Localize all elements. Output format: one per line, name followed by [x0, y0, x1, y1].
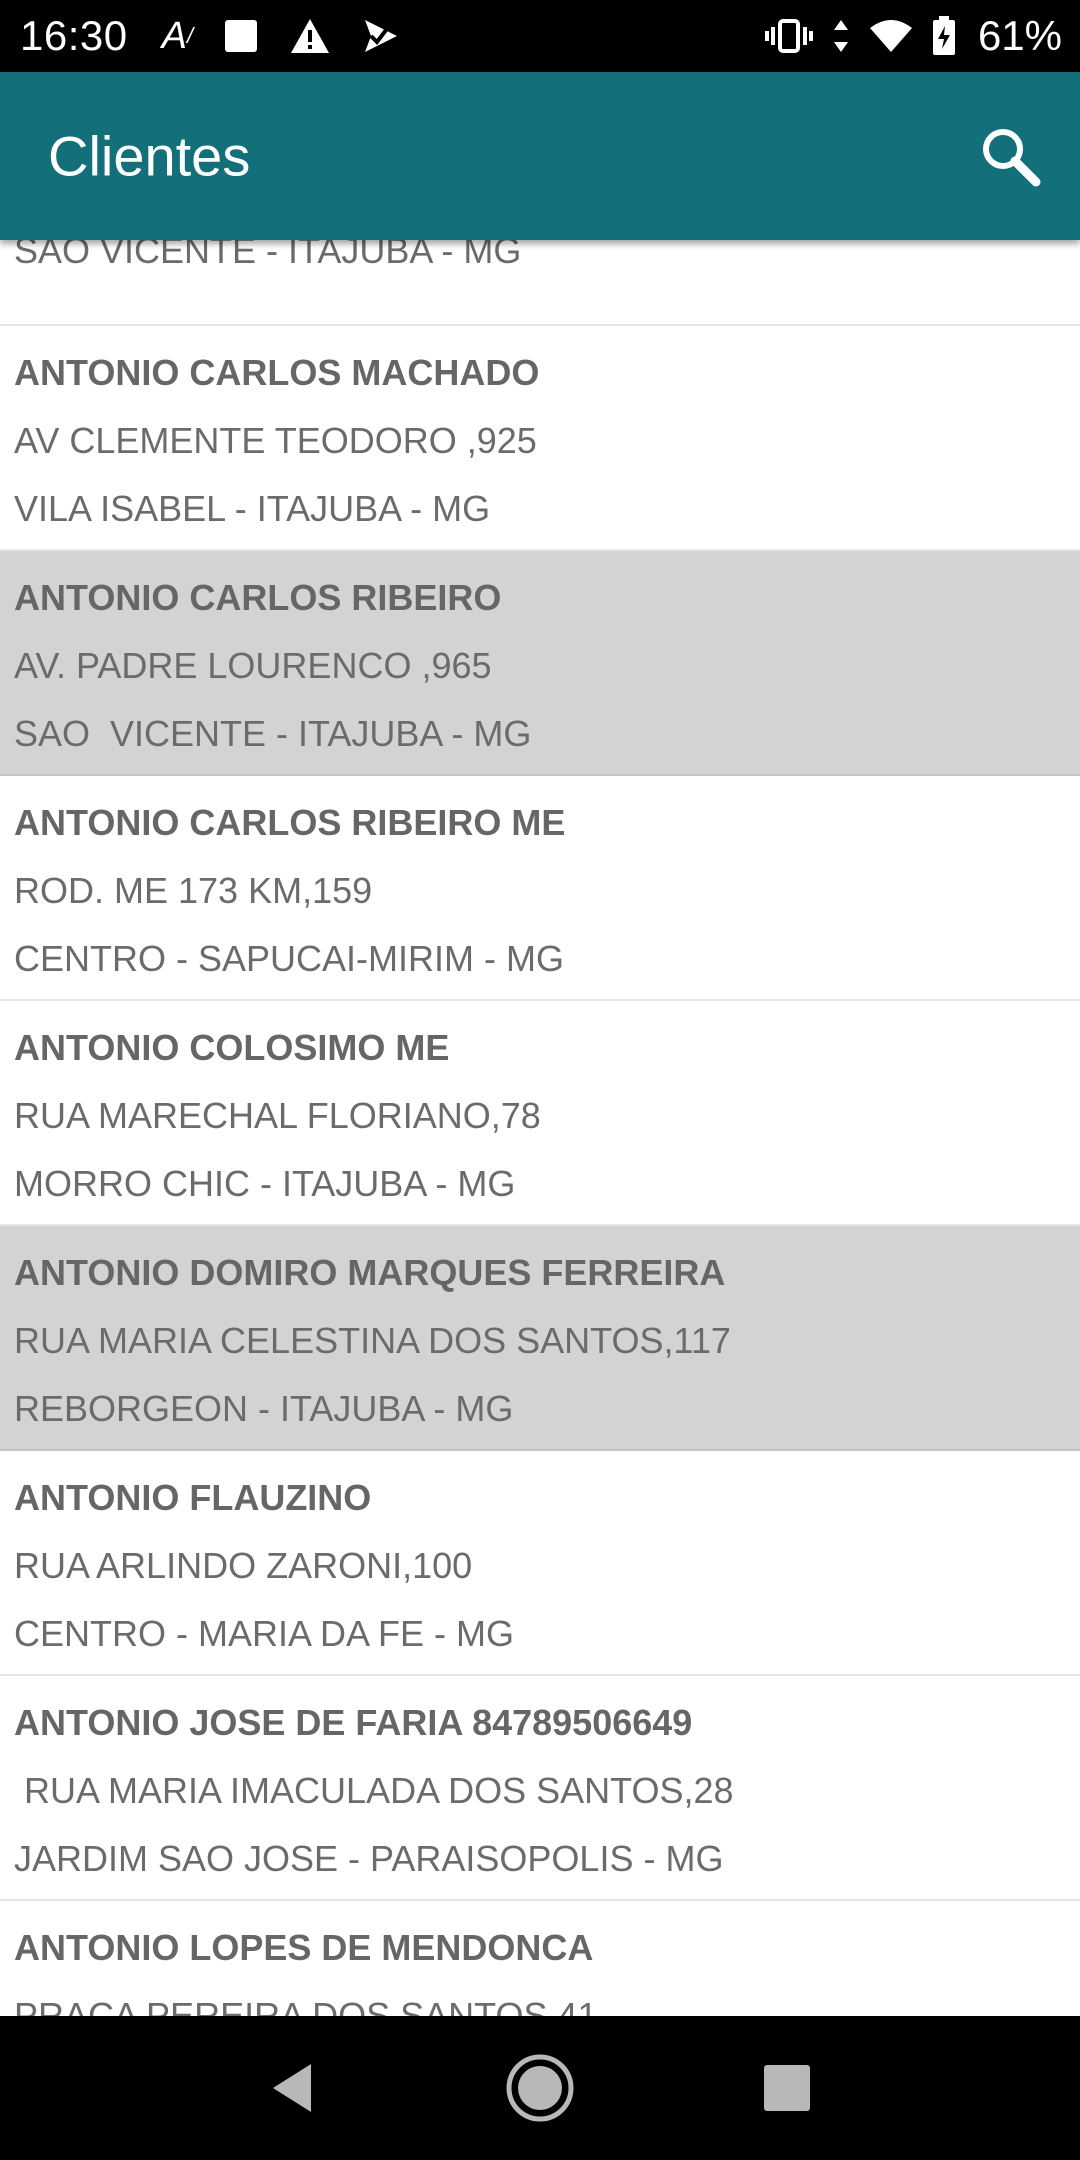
list-item[interactable]: ANTONIO CARLOS RIBEIRO AV. PADRE LOURENC…: [0, 551, 1080, 776]
client-city: JARDIM SAO JOSE - PARAISOPOLIS - MG: [14, 1838, 724, 1879]
status-time: 16:30: [20, 12, 128, 59]
client-address: AV CLEMENTE TEODORO ,925: [14, 420, 537, 461]
check-app-icon: [361, 18, 399, 54]
home-button[interactable]: [490, 2038, 590, 2138]
client-address: RUA MARIA CELESTINA DOS SANTOS,117: [14, 1320, 731, 1361]
data-arrows-icon: [832, 18, 850, 54]
status-bar: 16:30 A/ 61%: [0, 0, 1080, 72]
font-size-icon: A /: [161, 14, 194, 57]
client-city: VILA ISABEL - ITAJUBA - MG: [14, 488, 491, 529]
list-item[interactable]: ANTONIO DOMIRO MARQUES FERREIRA RUA MARI…: [0, 1226, 1080, 1451]
client-city: CENTRO - SAPUCAI-MIRIM - MG: [14, 938, 564, 979]
client-name: ANTONIO CARLOS MACHADO: [14, 352, 540, 393]
recents-icon: [763, 2065, 810, 2111]
client-name: ANTONIO CARLOS RIBEIRO ME: [14, 802, 566, 843]
client-city: CENTRO - MARIA DA FE - MG: [14, 1613, 515, 1654]
home-icon: [506, 2054, 574, 2122]
list-item[interactable]: ANTONIO JOSE DE FARIA 84789506649 RUA MA…: [0, 1676, 1080, 1901]
battery-charging-icon: [932, 16, 956, 56]
page-title: Clientes: [48, 124, 251, 188]
client-list[interactable]: SAO VICENTE - ITAJUBA - MG ANTONIO CARLO…: [0, 240, 1080, 2016]
client-address: ROD. ME 173 KM,159: [14, 870, 373, 911]
client-address: RUA MARECHAL FLORIANO,78: [14, 1095, 541, 1136]
recents-button[interactable]: [737, 2038, 837, 2138]
client-name: ANTONIO JOSE DE FARIA 84789506649: [14, 1702, 693, 1743]
client-name: ANTONIO DOMIRO MARQUES FERREIRA: [14, 1252, 726, 1293]
list-item-partial[interactable]: SAO VICENTE - ITAJUBA - MG: [0, 240, 1080, 326]
list-item[interactable]: ANTONIO LOPES DE MENDONCA PRACA PEREIRA …: [0, 1901, 1080, 2016]
client-name: ANTONIO COLOSIMO ME: [14, 1027, 450, 1068]
status-bar-left: 16:30 A /: [20, 12, 429, 60]
status-bar-right: 61%: [764, 12, 1062, 60]
client-name: ANTONIO FLAUZINO: [14, 1477, 372, 1518]
client-city: SAO VICENTE - ITAJUBA - MG: [14, 240, 522, 271]
warning-icon: [289, 17, 331, 55]
client-city: REBORGEON - ITAJUBA - MG: [14, 1388, 514, 1429]
app-bar: Clientes: [0, 72, 1080, 240]
client-name: ANTONIO LOPES DE MENDONCA: [14, 1927, 594, 1968]
list-item[interactable]: ANTONIO COLOSIMO ME RUA MARECHAL FLORIAN…: [0, 1001, 1080, 1226]
client-items: ANTONIO CARLOS MACHADO AV CLEMENTE TEODO…: [0, 326, 1080, 2016]
client-city: SAO VICENTE - ITAJUBA - MG: [14, 713, 532, 754]
client-name: ANTONIO CARLOS RIBEIRO: [14, 577, 502, 618]
navigation-bar: [0, 2016, 1080, 2160]
client-address: RUA MARIA IMACULADA DOS SANTOS,28: [14, 1770, 734, 1811]
list-item[interactable]: ANTONIO CARLOS RIBEIRO ME ROD. ME 173 KM…: [0, 776, 1080, 1001]
search-icon: [983, 129, 1041, 187]
client-address: AV. PADRE LOURENCO ,965: [14, 645, 492, 686]
client-address: PRACA PEREIRA DOS SANTOS,41: [14, 1995, 598, 2016]
client-city: MORRO CHIC - ITAJUBA - MG: [14, 1163, 516, 1204]
battery-percent: 61%: [977, 12, 1062, 59]
back-button[interactable]: [243, 2038, 343, 2138]
vibrate-icon: [764, 18, 814, 54]
back-icon: [273, 2064, 312, 2112]
search-button[interactable]: [974, 120, 1046, 192]
list-item[interactable]: ANTONIO FLAUZINO RUA ARLINDO ZARONI,100 …: [0, 1451, 1080, 1676]
list-item[interactable]: ANTONIO CARLOS MACHADO AV CLEMENTE TEODO…: [0, 326, 1080, 551]
wifi-icon: [868, 18, 914, 54]
notification-square-icon: [223, 18, 259, 54]
client-address: RUA ARLINDO ZARONI,100: [14, 1545, 473, 1586]
